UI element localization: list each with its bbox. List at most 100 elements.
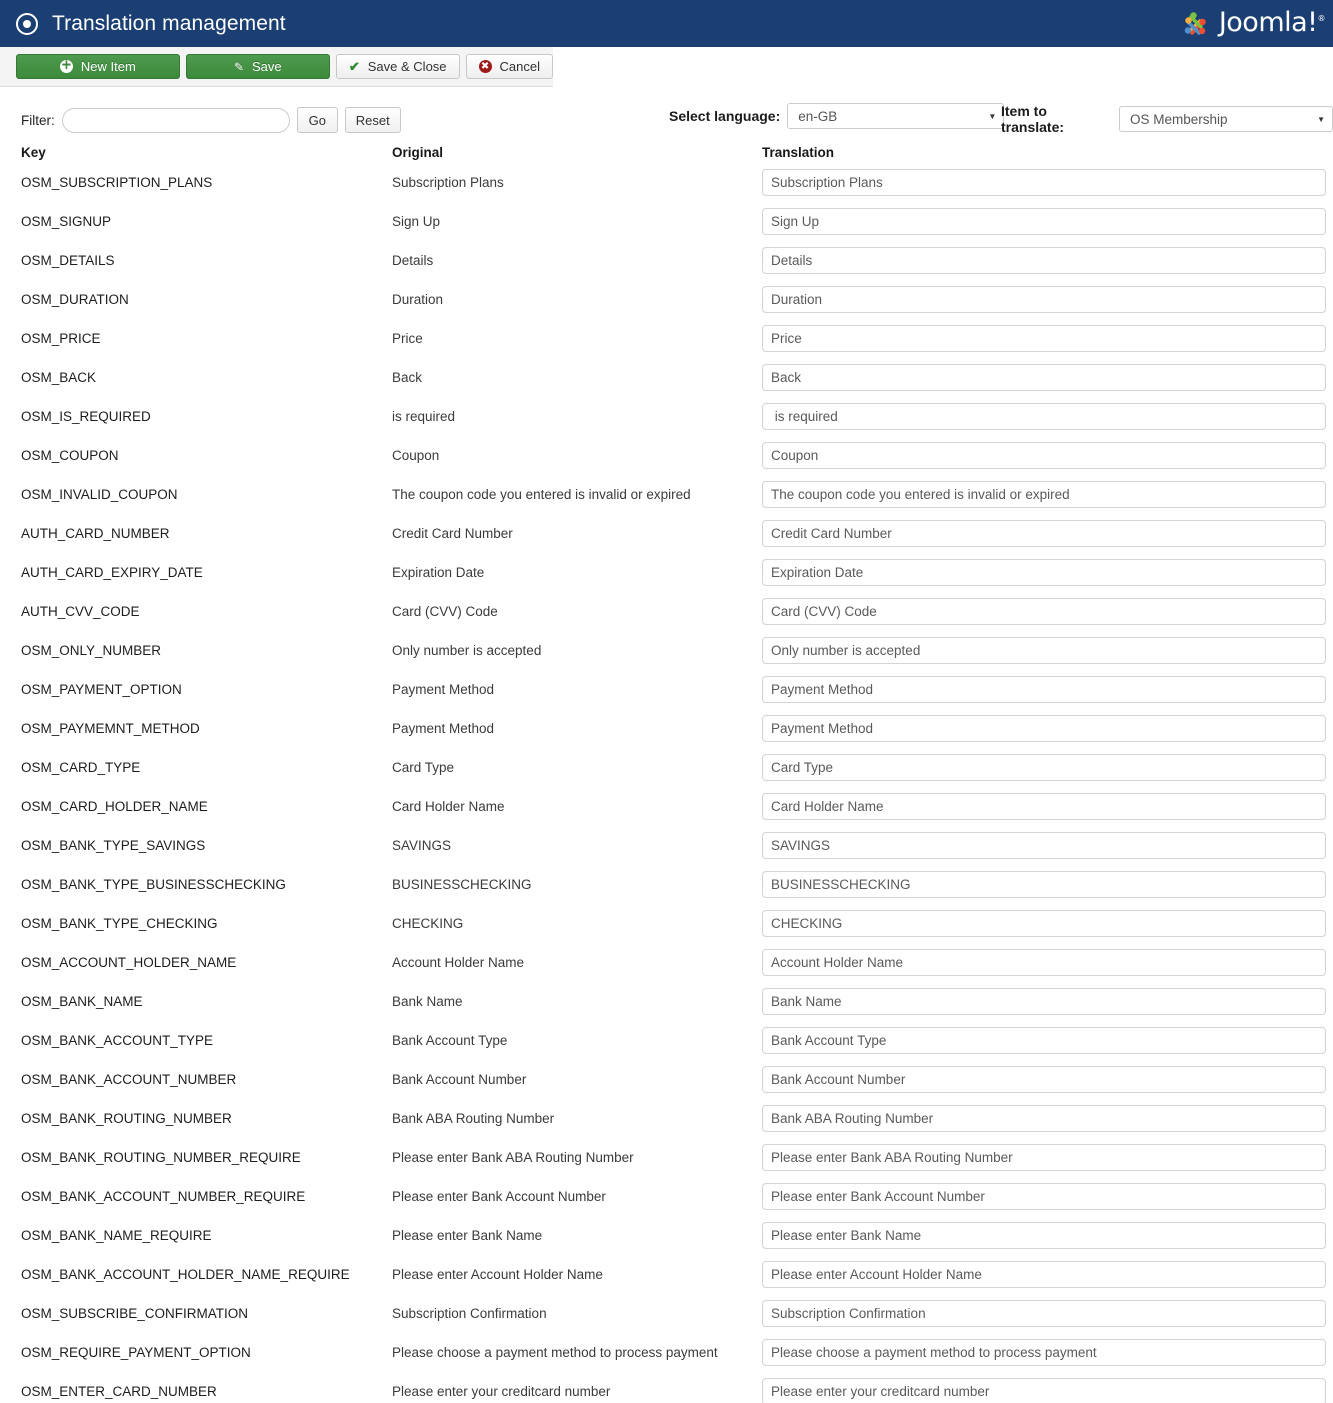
- translation-input[interactable]: [762, 598, 1326, 625]
- translation-key: OSM_BACK: [21, 370, 97, 385]
- table-row: OSM_SIGNUP Sign Up: [0, 202, 1333, 241]
- select-language-value: en-GB: [798, 108, 838, 124]
- translation-key: OSM_SUBSCRIPTION_PLANS: [21, 175, 213, 190]
- item-to-translate-dropdown[interactable]: OS Membership: [1118, 106, 1333, 132]
- translation-input[interactable]: [762, 949, 1326, 976]
- translation-input[interactable]: [762, 208, 1326, 235]
- table-row: OSM_BANK_ROUTING_NUMBER Bank ABA Routing …: [0, 1099, 1333, 1138]
- table-row: OSM_BANK_ACCOUNT_TYPE Bank Account Type: [0, 1021, 1333, 1060]
- close-circle-icon: ✖: [478, 60, 492, 73]
- translation-input[interactable]: [762, 1300, 1326, 1327]
- table-row: OSM_ACCOUNT_HOLDER_NAME Account Holder Na…: [0, 943, 1333, 982]
- translation-key: OSM_REQUIRE_PAYMENT_OPTION: [21, 1345, 251, 1360]
- original-text: Please enter Bank Name: [392, 1228, 543, 1243]
- cancel-button[interactable]: ✖ Cancel: [465, 54, 553, 79]
- table-row: OSM_BANK_ROUTING_NUMBER_REQUIRE Please en…: [0, 1138, 1333, 1177]
- translation-key: OSM_BANK_NAME_REQUIRE: [21, 1228, 212, 1243]
- translation-cell: [762, 364, 1333, 391]
- filter-input[interactable]: [61, 107, 290, 133]
- original-text: SAVINGS: [392, 838, 452, 853]
- translation-input[interactable]: [762, 286, 1326, 313]
- translation-input[interactable]: [762, 520, 1326, 547]
- table-row: OSM_ENTER_CARD_NUMBER Please enter your c…: [0, 1372, 1333, 1403]
- translation-cell: [762, 442, 1333, 469]
- check-icon: ✔: [348, 59, 360, 74]
- table-row: OSM_DURATION Duration: [0, 280, 1333, 319]
- translation-key: AUTH_CVV_CODE: [21, 604, 140, 619]
- original-text: Expiration Date: [392, 565, 485, 580]
- translation-cell: [762, 637, 1333, 664]
- select-language-label: Select language:: [669, 108, 781, 124]
- translation-cell: [762, 247, 1333, 274]
- save-label: Save: [252, 59, 282, 74]
- app-header: Translation management Joomla!®: [0, 0, 1333, 47]
- table-row: AUTH_CARD_EXPIRY_DATE Expiration Date: [0, 553, 1333, 592]
- translation-cell: [762, 832, 1333, 859]
- column-header-translation: Translation: [762, 145, 835, 160]
- original-text: The coupon code you entered is invalid o…: [392, 487, 691, 502]
- translation-input[interactable]: [762, 364, 1326, 391]
- translation-input[interactable]: [762, 715, 1326, 742]
- translation-input[interactable]: [762, 1261, 1326, 1288]
- original-text: Bank Account Type: [392, 1033, 508, 1048]
- translation-input[interactable]: [762, 1222, 1326, 1249]
- translation-key: OSM_IS_REQUIRED: [21, 409, 151, 424]
- translation-input[interactable]: [762, 676, 1326, 703]
- table-row: OSM_IS_REQUIRED is required: [0, 397, 1333, 436]
- translation-input[interactable]: [762, 1027, 1326, 1054]
- translation-input[interactable]: [762, 1378, 1326, 1403]
- translation-input[interactable]: [762, 1339, 1326, 1366]
- select-language-dropdown[interactable]: en-GB: [787, 103, 1005, 129]
- translation-input[interactable]: [762, 754, 1326, 781]
- translation-input[interactable]: [762, 169, 1326, 196]
- table-row: OSM_BANK_TYPE_SAVINGS SAVINGS: [0, 826, 1333, 865]
- translation-input[interactable]: [762, 403, 1326, 430]
- translation-input[interactable]: [762, 247, 1326, 274]
- translation-key: OSM_BANK_TYPE_BUSINESSCHECKING: [21, 877, 286, 892]
- translation-input[interactable]: [762, 988, 1326, 1015]
- translation-key: OSM_SIGNUP: [21, 214, 112, 229]
- translation-input[interactable]: [762, 1066, 1326, 1093]
- column-header-key: Key: [21, 145, 46, 160]
- original-text: Please enter Account Holder Name: [392, 1267, 603, 1282]
- table-row: OSM_PRICE Price: [0, 319, 1333, 358]
- table-row: OSM_SUBSCRIBE_CONFIRMATION Subscription C…: [0, 1294, 1333, 1333]
- column-header-original: Original: [392, 145, 444, 160]
- table-row: OSM_ONLY_NUMBER Only number is accepted: [0, 631, 1333, 670]
- save-close-button[interactable]: ✔ Save & Close: [335, 54, 460, 79]
- original-text: Back: [392, 370, 423, 385]
- language-selector-group: Select language: en-GB: [669, 103, 1005, 129]
- translation-input[interactable]: [762, 1183, 1326, 1210]
- translation-input[interactable]: [762, 325, 1326, 352]
- translation-input[interactable]: [762, 1144, 1326, 1171]
- table-row: OSM_PAYMENT_OPTION Payment Method: [0, 670, 1333, 709]
- original-text: Please enter Bank Account Number: [392, 1189, 606, 1204]
- translation-cell: [762, 871, 1333, 898]
- translation-cell: [762, 1105, 1333, 1132]
- translation-key: OSM_BANK_NAME: [21, 994, 143, 1009]
- translation-input[interactable]: [762, 910, 1326, 937]
- translation-input[interactable]: [762, 637, 1326, 664]
- translation-input[interactable]: [762, 559, 1326, 586]
- translation-input[interactable]: [762, 871, 1326, 898]
- go-button[interactable]: Go: [296, 107, 338, 133]
- table-row: AUTH_CVV_CODE Card (CVV) Code: [0, 592, 1333, 631]
- translation-key: OSM_ONLY_NUMBER: [21, 643, 162, 658]
- new-item-button[interactable]: + New Item: [16, 54, 180, 79]
- reset-button[interactable]: Reset: [344, 107, 401, 133]
- translation-input[interactable]: [762, 442, 1326, 469]
- translation-input[interactable]: [762, 1105, 1326, 1132]
- original-text: Coupon: [392, 448, 440, 463]
- translation-input[interactable]: [762, 481, 1326, 508]
- save-button[interactable]: ✎ Save: [185, 54, 330, 79]
- translation-key: OSM_BANK_ROUTING_NUMBER: [21, 1111, 232, 1126]
- translation-input[interactable]: [762, 793, 1326, 820]
- table-row: OSM_BANK_TYPE_BUSINESSCHECKING BUSINESSCH…: [0, 865, 1333, 904]
- translation-cell: [762, 208, 1333, 235]
- original-text: Please enter Bank ABA Routing Number: [392, 1150, 634, 1165]
- translation-cell: [762, 169, 1333, 196]
- translation-cell: [762, 1300, 1333, 1327]
- translation-cell: [762, 793, 1333, 820]
- translation-input[interactable]: [762, 832, 1326, 859]
- original-text: Duration: [392, 292, 444, 307]
